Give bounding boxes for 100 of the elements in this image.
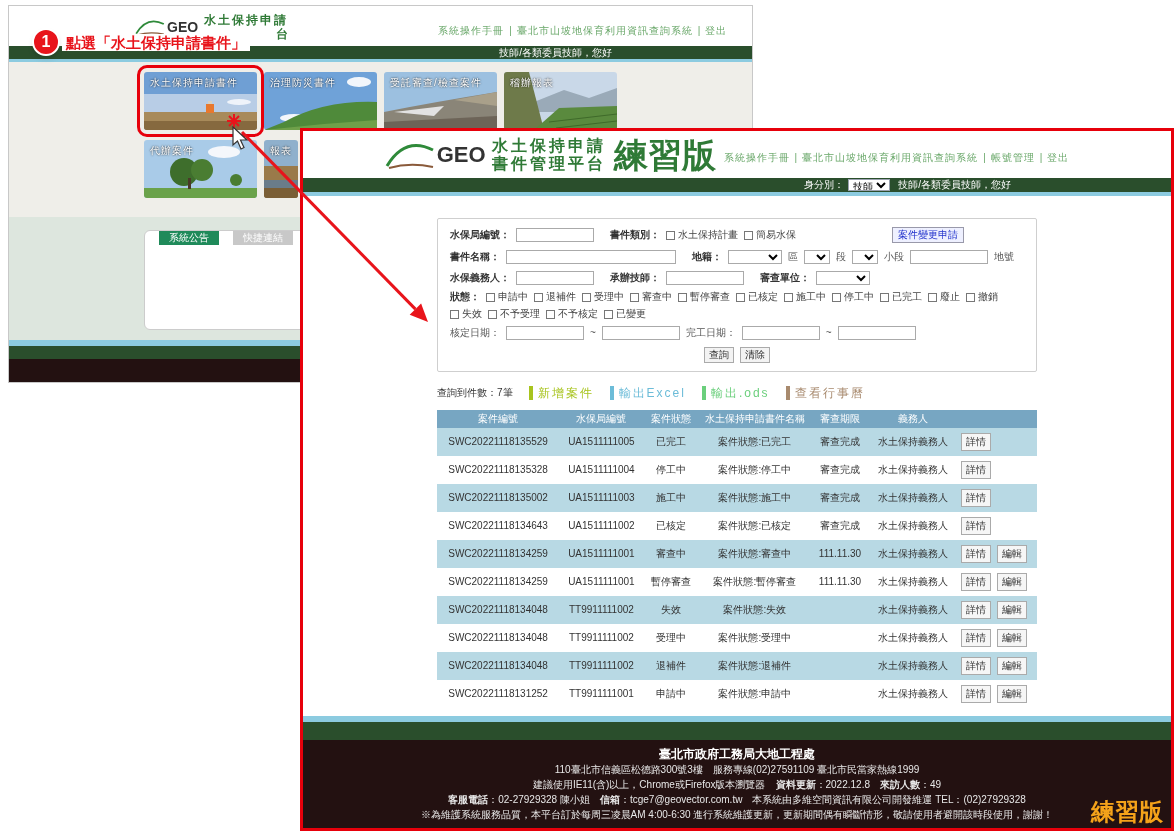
field-label: 狀態： xyxy=(450,292,480,302)
input-field[interactable] xyxy=(837,326,916,340)
table-cell: 退補件 xyxy=(643,652,699,680)
link-separator: | xyxy=(794,152,798,163)
logo-text: GEO xyxy=(436,143,486,166)
table-cell: 案件狀態:審查中 xyxy=(698,540,812,568)
edition-title: 練習版 xyxy=(613,137,716,172)
table-cell: 案件狀態:已完工 xyxy=(698,428,812,456)
table-cell: SWC20221118134048 xyxy=(437,652,560,680)
field-label: ~ xyxy=(825,328,832,338)
checkbox[interactable] xyxy=(604,309,613,319)
checkbox-label: 暫停審查 xyxy=(690,292,730,302)
form-button[interactable]: 清除 xyxy=(740,347,770,363)
input-field[interactable] xyxy=(601,326,680,340)
row-action-button[interactable]: 詳情 xyxy=(961,629,991,647)
input-field[interactable] xyxy=(741,326,820,340)
table-cell: 水土保持義務人 xyxy=(868,428,957,456)
checkbox-label: 已變更 xyxy=(616,309,646,319)
checkbox[interactable] xyxy=(928,292,937,302)
table-cell: 審查中 xyxy=(643,540,699,568)
link-separator: | xyxy=(697,26,701,36)
row-action-button[interactable]: 詳情 xyxy=(961,685,991,703)
checkbox[interactable] xyxy=(486,292,495,302)
table-cell: 受理中 xyxy=(643,624,699,652)
table-cell: SWC20221118134048 xyxy=(437,596,560,624)
dropdown[interactable] xyxy=(816,271,870,285)
checkbox[interactable] xyxy=(966,292,975,302)
dropdown[interactable] xyxy=(728,250,782,264)
row-action-button[interactable]: 編輯 xyxy=(997,629,1027,647)
table-cell: SWC20221118134048 xyxy=(437,624,560,652)
change-request-button[interactable]: 案件變更申請 xyxy=(892,227,964,243)
row-action-button[interactable]: 編輯 xyxy=(997,685,1027,703)
table-cell: 案件狀態:暫停審查 xyxy=(698,568,812,596)
checkbox-label: 不予核定 xyxy=(558,309,598,319)
table-cell: SWC20221118135002 xyxy=(437,484,560,512)
checkbox[interactable] xyxy=(534,292,543,302)
table-cell: 水土保持義務人 xyxy=(868,540,957,568)
table-cell: 案件狀態:施工中 xyxy=(698,484,812,512)
input-field[interactable] xyxy=(516,228,594,242)
table-cell: UA1511111001 xyxy=(559,568,644,596)
checkbox[interactable] xyxy=(546,309,555,319)
checkbox[interactable] xyxy=(678,292,687,302)
menu-tile[interactable]: 稽辦報表 xyxy=(504,72,617,130)
checkbox[interactable] xyxy=(784,292,793,302)
field-label: 地號 xyxy=(994,252,1014,262)
input-field[interactable] xyxy=(516,271,594,285)
checkbox[interactable] xyxy=(744,230,753,240)
row-action-button[interactable]: 編輯 xyxy=(997,601,1027,619)
table-cell: 案件狀態:停工中 xyxy=(698,456,812,484)
logo-title: 水土保持申請 xyxy=(204,14,289,26)
table-cell: 水土保持義務人 xyxy=(868,568,957,596)
table-cell: 已完工 xyxy=(643,428,699,456)
checkbox-label: 已完工 xyxy=(892,292,922,302)
field-label: 承辦技師： xyxy=(610,273,660,283)
checkbox[interactable] xyxy=(736,292,745,302)
identity-dropdown[interactable]: 技師 xyxy=(848,179,891,191)
dropdown[interactable] xyxy=(804,250,830,264)
field-label: 書件名稱： xyxy=(450,252,500,262)
logo-swoosh-icon xyxy=(135,18,165,36)
row-action-button[interactable]: 詳情 xyxy=(961,433,991,451)
checkbox-label: 申請中 xyxy=(498,292,528,302)
checkbox[interactable] xyxy=(630,292,639,302)
input-field[interactable] xyxy=(910,250,988,264)
column-header: 審查期限 xyxy=(811,410,869,428)
row-action-button[interactable]: 詳情 xyxy=(961,517,991,535)
column-header: 水土保持申請書件名稱 xyxy=(698,410,812,428)
result-count: 查詢到件數：7筆 xyxy=(437,388,513,398)
row-action-button[interactable]: 詳情 xyxy=(961,461,991,479)
row-action-button[interactable]: 編輯 xyxy=(997,657,1027,675)
column-header: 案件狀態 xyxy=(643,410,699,428)
dropdown[interactable] xyxy=(852,250,878,264)
tab[interactable]: 系統公告 xyxy=(159,231,219,245)
row-action-button[interactable]: 詳情 xyxy=(961,601,991,619)
input-field[interactable] xyxy=(506,250,676,264)
row-action-button[interactable]: 詳情 xyxy=(961,545,991,563)
checkbox[interactable] xyxy=(450,309,459,319)
form-button[interactable]: 查詢 xyxy=(704,347,734,363)
table-cell: 審查完成 xyxy=(811,456,869,484)
row-action-button[interactable]: 編輯 xyxy=(997,573,1027,591)
checkbox-label: 受理中 xyxy=(594,292,624,302)
table-cell: 案件狀態:受理中 xyxy=(698,624,812,652)
checkbox[interactable] xyxy=(666,230,675,240)
column-header: 案件編號 xyxy=(437,410,560,428)
checkbox-label: 撤銷 xyxy=(978,292,998,302)
link-separator: | xyxy=(983,152,986,163)
checkbox[interactable] xyxy=(582,292,591,302)
row-action-button[interactable]: 編輯 xyxy=(997,545,1027,563)
checkbox[interactable] xyxy=(488,309,497,319)
checkbox[interactable] xyxy=(880,292,889,302)
table-cell: 審查完成 xyxy=(811,484,869,512)
input-field[interactable] xyxy=(506,326,584,340)
input-field[interactable] xyxy=(666,271,744,285)
table-cell: SWC20221118134259 xyxy=(437,568,560,596)
row-action-button[interactable]: 詳情 xyxy=(961,489,991,507)
row-action-button[interactable]: 詳情 xyxy=(961,657,991,675)
row-action-button[interactable]: 詳情 xyxy=(961,573,991,591)
field-label: ~ xyxy=(590,328,596,338)
checkbox-label: 失效 xyxy=(462,309,482,319)
checkbox[interactable] xyxy=(832,292,841,302)
table-cell: 審查完成 xyxy=(811,512,869,540)
